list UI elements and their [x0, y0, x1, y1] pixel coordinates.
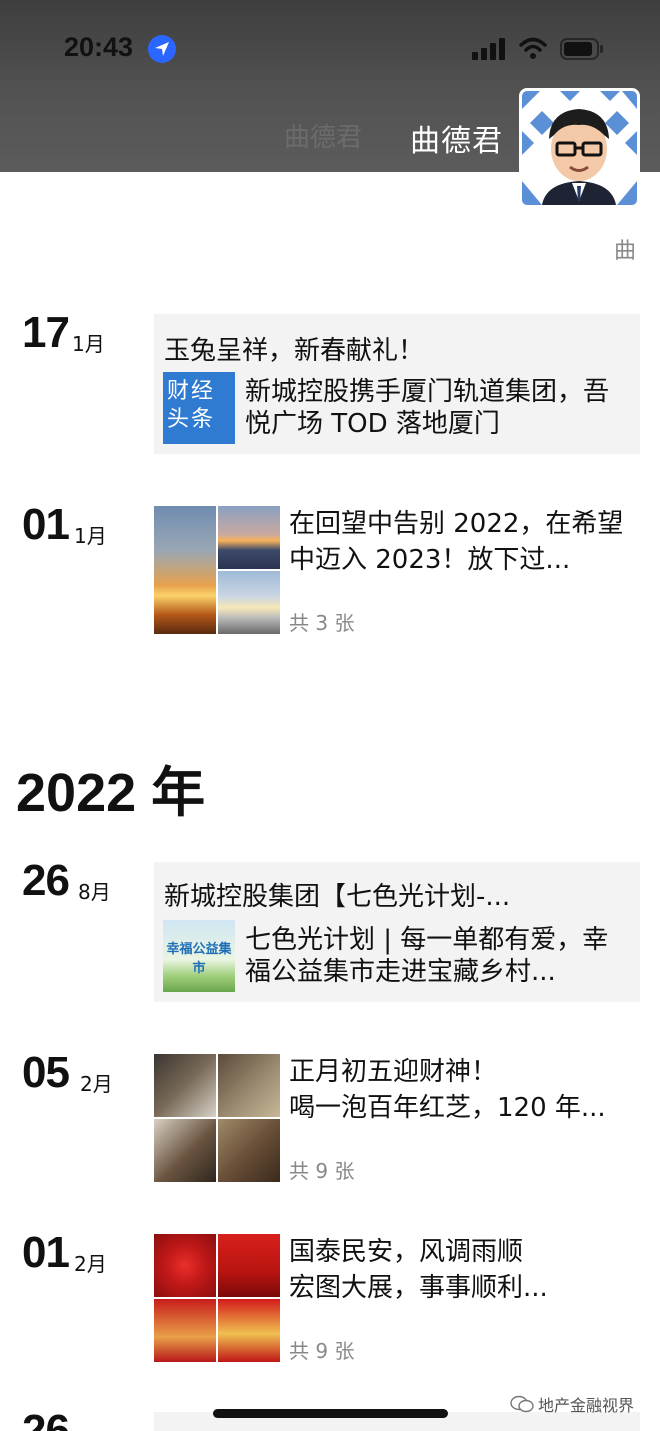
post-day: 01	[22, 1228, 70, 1277]
photo-count: 共 9 张	[289, 1159, 355, 1183]
post-month: 1月	[72, 332, 105, 356]
post-text-line-1: 正月初五迎财神！	[289, 1057, 498, 1087]
wechat-icon	[510, 1395, 534, 1413]
profile-signature: 曲	[614, 239, 637, 264]
post-day: 17	[22, 308, 70, 357]
tea-photo[interactable]	[154, 1119, 216, 1182]
post-title: 新城控股集团【七色光计划-...	[164, 882, 511, 912]
post-month: 1月	[80, 1426, 113, 1431]
profile-name[interactable]: 曲德君	[410, 116, 503, 160]
post-day: 26	[22, 1406, 70, 1431]
post-text-line-2: 宏图大展，事事顺利...	[289, 1273, 548, 1303]
thumbnail-label: 幸福公益集市	[166, 942, 232, 976]
post-text: 在回望中告别 2022，在希望中迈入 2023！放下过...	[289, 509, 624, 575]
tea-photo[interactable]	[218, 1119, 280, 1182]
status-time: 20:43	[64, 32, 134, 62]
photo-grid[interactable]	[154, 506, 280, 634]
post-month: 2月	[80, 1072, 113, 1096]
status-bar: 20:43	[0, 0, 660, 90]
post-day: 01	[22, 500, 70, 549]
article-thumbnail: 幸福公益集市	[163, 920, 235, 992]
home-indicator[interactable]	[213, 1409, 448, 1418]
shared-article-card[interactable]: 玉兔呈祥，新春献礼！ 财经头条 新城控股携手厦门轨道集团，吾悦广场 TOD 落地…	[154, 314, 640, 454]
sunset-sea-photo[interactable]	[218, 506, 280, 569]
photo-count: 共 9 张	[289, 1339, 355, 1363]
new-year-photo[interactable]	[218, 1299, 280, 1362]
new-year-photo[interactable]	[218, 1234, 280, 1297]
article-thumbnail: 财经头条	[163, 372, 235, 444]
sunrise-road-photo[interactable]	[218, 571, 280, 634]
post-text-line-1: 国泰民安，风调雨顺	[289, 1237, 524, 1267]
moments-page: { "status_bar": {"time": "20:43"}, "cove…	[0, 0, 660, 1431]
battery-icon	[560, 38, 603, 60]
year-header: 2022 年	[16, 763, 206, 823]
post-day: 26	[22, 856, 70, 905]
photo-grid[interactable]	[154, 1054, 280, 1182]
new-year-photo[interactable]	[154, 1234, 216, 1297]
tea-photo[interactable]	[154, 1054, 216, 1117]
watermark-text: 地产金融视界	[538, 1396, 635, 1415]
new-year-photo[interactable]	[154, 1299, 216, 1362]
tea-photo[interactable]	[218, 1054, 280, 1117]
sunrise-photo[interactable]	[154, 506, 216, 634]
location-arrow-icon	[148, 35, 176, 63]
post-day: 05	[22, 1048, 70, 1097]
article-title: 新城控股携手厦门轨道集团，吾悦广场 TOD 落地厦门	[245, 377, 610, 439]
photo-grid[interactable]	[154, 1234, 280, 1362]
post-text-line-2: 喝一泡百年红芝，120 年...	[289, 1093, 606, 1123]
cellular-signal-icon	[472, 38, 505, 60]
post-month: 2月	[74, 1252, 107, 1276]
cover-watermark-text: 曲德君	[284, 123, 363, 153]
post-month: 8月	[78, 880, 111, 904]
avatar[interactable]	[519, 88, 640, 208]
article-title: 七色光计划 | 每一单都有爱，幸福公益集市走进宝藏乡村...	[245, 925, 609, 987]
wifi-icon	[519, 37, 547, 59]
photo-count: 共 3 张	[289, 611, 355, 635]
watermark: 地产金融视界	[510, 1392, 634, 1416]
shared-article-card[interactable]: 新城控股集团【七色光计划-... 幸福公益集市 七色光计划 | 每一单都有爱，幸…	[154, 862, 640, 1002]
post-title: 玉兔呈祥，新春献礼！	[164, 336, 425, 366]
thumbnail-label: 财经头条	[167, 379, 216, 432]
post-month: 1月	[74, 524, 107, 548]
